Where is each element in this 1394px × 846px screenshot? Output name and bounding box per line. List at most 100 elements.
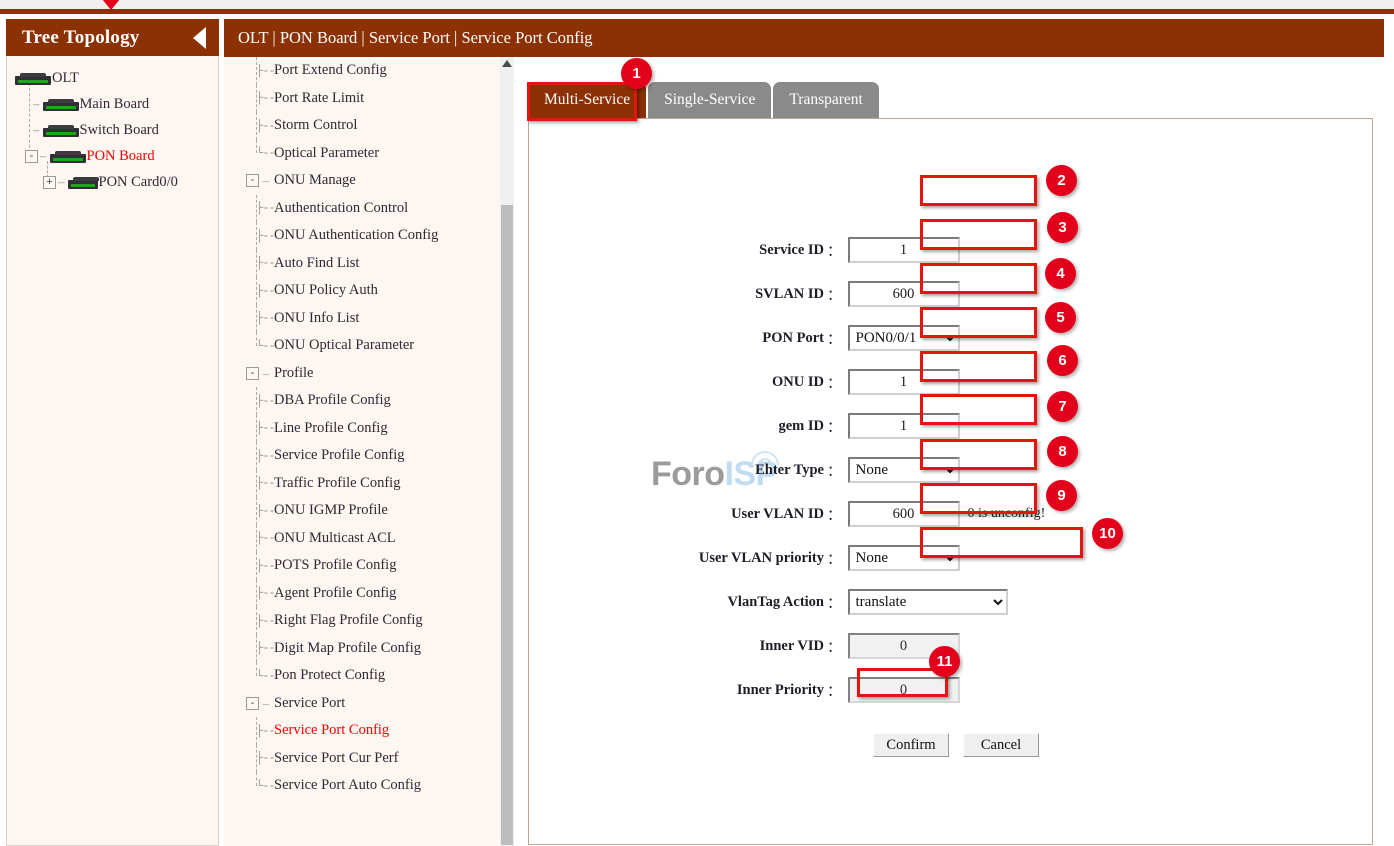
field-colon: ： <box>827 419 842 436</box>
nav-item-onu-authentication-config[interactable]: ├-- ONU Authentication Config <box>238 222 514 250</box>
nav-branch-tick: ├-- <box>256 283 276 298</box>
nav-item-digit-map-profile-config[interactable]: ├-- Digit Map Profile Config <box>238 634 514 662</box>
nav-item-service-port-cur-perf[interactable]: ├-- Service Port Cur Perf <box>238 744 514 772</box>
nav-group-dash: – <box>263 695 269 710</box>
cancel-button[interactable]: Cancel <box>963 733 1039 757</box>
field-pon-port-select[interactable]: PON0/0/1 <box>847 325 960 351</box>
top-strip <box>0 0 1394 14</box>
field-gem-id-input[interactable] <box>847 413 960 439</box>
nav-item-service-port-config[interactable]: ├-- Service Port Config <box>238 717 514 745</box>
step-badge-6: 6 <box>1047 345 1078 376</box>
nav-item-onu-multicast-acl[interactable]: ├-- ONU Multicast ACL <box>238 524 514 552</box>
field-colon: ： <box>827 507 842 524</box>
tree-node-pon-board[interactable]: - – PON Board <box>7 143 218 169</box>
nav-item-service-port[interactable]: - – Service Port <box>238 690 514 718</box>
tab-single-service[interactable]: Single-Service <box>648 82 772 118</box>
nav-item-label: Storm Control <box>274 117 358 134</box>
nav-group-toggle[interactable]: - <box>246 696 259 710</box>
scroll-up-arrow-icon[interactable] <box>502 60 512 67</box>
nav-item-onu-igmp-profile[interactable]: ├-- ONU IGMP Profile <box>238 497 514 525</box>
tree-topology-body: OLT – Main Board – Switch Board - – PON … <box>7 57 218 845</box>
nav-branch-tick: ├-- <box>256 558 276 573</box>
step-badge-8: 8 <box>1047 436 1078 467</box>
nav-item-service-profile-config[interactable]: ├-- Service Profile Config <box>238 442 514 470</box>
nav-branch-tick: ├-- <box>256 256 276 271</box>
nav-item-agent-profile-config[interactable]: ├-- Agent Profile Config <box>238 579 514 607</box>
tree-branch-dash: – <box>58 174 65 189</box>
nav-group-toggle[interactable]: - <box>246 174 259 188</box>
nav-item-port-rate-limit[interactable]: ├-- Port Rate Limit <box>238 84 514 112</box>
nav-connector <box>256 414 257 442</box>
field-label: PON Port <box>762 329 824 346</box>
nav-branch-tick: ├-- <box>256 421 276 436</box>
field-svlan-id-input[interactable] <box>847 281 960 307</box>
tree-expander-toggle[interactable]: - <box>25 149 38 163</box>
scrollbar-thumb[interactable] <box>501 205 513 845</box>
nav-connector <box>256 222 257 250</box>
nav-item-onu-optical-parameter[interactable]: └-- ONU Optical Parameter <box>238 332 514 360</box>
nav-connector <box>256 249 257 277</box>
nav-item-pots-profile-config[interactable]: ├-- POTS Profile Config <box>238 552 514 580</box>
field-label: gem ID <box>778 417 824 434</box>
field-label: Ehter Type <box>755 461 824 478</box>
nav-item-port-extend-config[interactable]: ├-- Port Extend Config <box>238 57 514 85</box>
nav-item-dba-profile-config[interactable]: ├-- DBA Profile Config <box>238 387 514 415</box>
form-row-inner-vid: Inner VID： <box>649 633 960 659</box>
nav-item-onu-info-list[interactable]: ├-- ONU Info List <box>238 304 514 332</box>
tab-transparent[interactable]: Transparent <box>773 82 879 118</box>
nav-item-pon-protect-config[interactable]: └-- Pon Protect Config <box>238 662 514 690</box>
tree-node-switch-board[interactable]: – Switch Board <box>7 117 218 143</box>
nav-item-auto-find-list[interactable]: ├-- Auto Find List <box>238 249 514 277</box>
board-device-icon <box>49 150 86 163</box>
tab-label: Transparent <box>789 91 863 108</box>
tree-node-label: Switch Board <box>79 121 159 138</box>
tree-branch-dash: – <box>33 122 40 137</box>
nav-branch-tick: ├-- <box>256 91 276 106</box>
nav-item-label: Line Profile Config <box>274 419 388 436</box>
field-vlantag-action-select[interactable]: translate <box>847 589 1008 615</box>
confirm-button[interactable]: Confirm <box>873 733 949 757</box>
tab-multi-service[interactable]: Multi-Service <box>528 82 647 118</box>
collapse-left-arrow-icon[interactable] <box>193 26 206 49</box>
tree-expander-toggle[interactable]: + <box>43 175 56 189</box>
board-device-icon <box>42 98 79 111</box>
nav-item-line-profile-config[interactable]: ├-- Line Profile Config <box>238 414 514 442</box>
nav-item-label: ONU IGMP Profile <box>274 502 388 519</box>
nav-item-label: Service Port Config <box>274 722 390 739</box>
field-user-vlan-priority-select[interactable]: None <box>847 545 960 571</box>
nav-connector <box>256 497 257 525</box>
service-mode-tabs: Multi-Service Single-Service Transparent <box>528 82 881 118</box>
field-user-vlan-id-input[interactable] <box>847 501 960 527</box>
nav-item-traffic-profile-config[interactable]: ├-- Traffic Profile Config <box>238 469 514 497</box>
nav-item-optical-parameter[interactable]: └-- Optical Parameter <box>238 139 514 168</box>
form-row-pon-port: PON Port： PON0/0/1 <box>649 325 960 351</box>
nav-item-service-port-auto-config[interactable]: └-- Service Port Auto Config <box>238 772 514 800</box>
tree-node-olt[interactable]: OLT <box>7 65 218 91</box>
nav-item-label: Agent Profile Config <box>274 584 397 601</box>
field-label: Service ID <box>759 241 824 258</box>
tree-node-pon-card[interactable]: + – PON Card0/0 <box>7 169 218 195</box>
nav-connector <box>256 304 257 332</box>
nav-connector <box>256 139 257 154</box>
field-ehter-type-select[interactable]: None <box>847 457 960 483</box>
tree-node-main-board[interactable]: – Main Board <box>7 91 218 117</box>
navigation-menu-panel: ├-- Port Extend Config ├-- Port Rate Limit ├… <box>224 57 514 846</box>
nav-group-toggle[interactable]: - <box>246 366 259 380</box>
tree-branch-dash: – <box>40 148 47 163</box>
field-label: Inner VID <box>759 637 824 654</box>
field-onu-id-input[interactable] <box>847 369 960 395</box>
nav-item-onu-manage[interactable]: - – ONU Manage <box>238 167 514 195</box>
cancel-button-label: Cancel <box>980 736 1022 753</box>
nav-item-authentication-control[interactable]: ├-- Authentication Control <box>238 194 514 222</box>
nav-item-onu-policy-auth[interactable]: ├-- ONU Policy Auth <box>238 277 514 305</box>
navigation-scrollbar[interactable] <box>500 57 514 846</box>
nav-connector <box>256 607 257 635</box>
field-colon: ： <box>827 243 842 260</box>
nav-item-storm-control[interactable]: ├-- Storm Control <box>238 112 514 140</box>
nav-item-right-flag-profile-config[interactable]: ├-- Right Flag Profile Config <box>238 607 514 635</box>
nav-connector <box>256 469 257 497</box>
field-service-id-input[interactable] <box>847 237 960 263</box>
field-label: ONU ID <box>772 373 824 390</box>
nav-connector <box>256 552 257 580</box>
nav-item-profile[interactable]: - – Profile <box>238 360 514 388</box>
